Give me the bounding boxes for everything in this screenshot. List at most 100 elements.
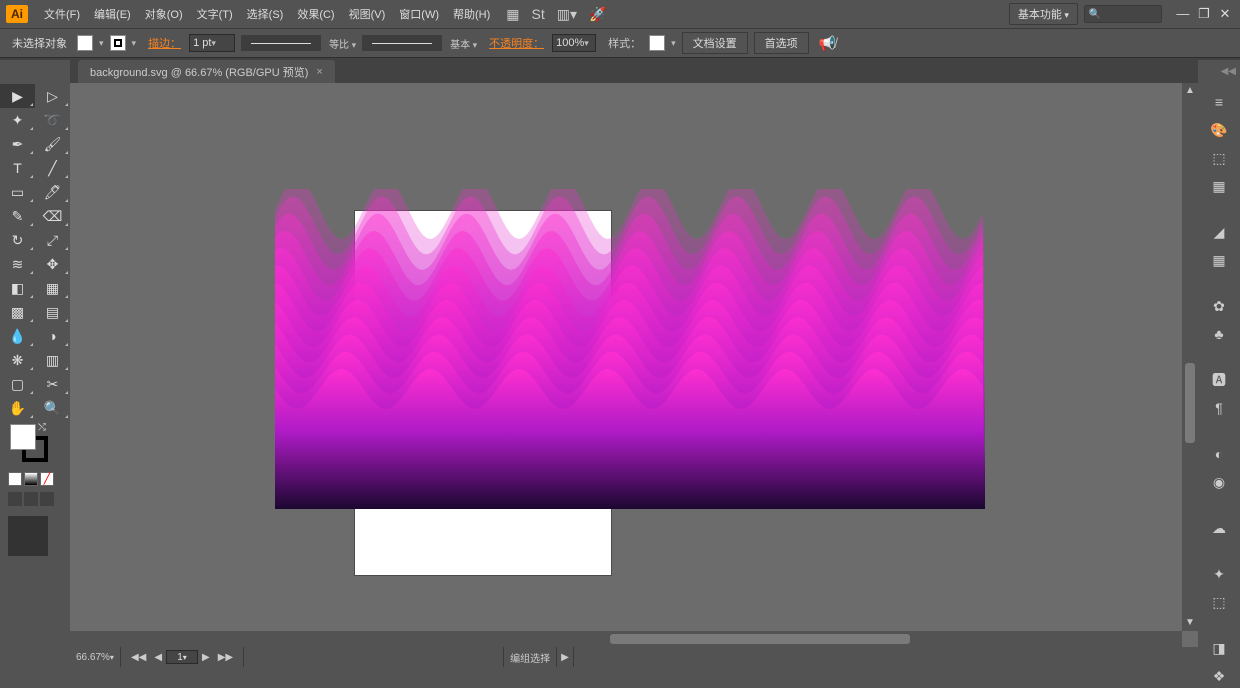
- scroll-down-icon[interactable]: ▼: [1182, 615, 1198, 631]
- dock-icon-12[interactable]: ¶: [1206, 396, 1232, 420]
- style-swatch[interactable]: [649, 35, 665, 51]
- artboard-number[interactable]: 1: [166, 650, 198, 664]
- next-artboard-button[interactable]: ▶: [198, 652, 214, 663]
- tool-scale[interactable]: ⤢: [35, 228, 70, 252]
- tool-line[interactable]: ╱: [35, 156, 70, 180]
- stroke-dd[interactable]: [132, 37, 137, 49]
- prev-artboard-button[interactable]: ◀: [150, 652, 166, 663]
- fill-color[interactable]: [10, 424, 36, 450]
- screen-mode[interactable]: [8, 516, 48, 556]
- fill-swatch[interactable]: [77, 35, 93, 51]
- close-tab-icon[interactable]: ×: [316, 66, 322, 78]
- align-icon[interactable]: 📢̸: [815, 35, 840, 52]
- tool-artboard[interactable]: ▢: [0, 372, 35, 396]
- stroke-swatch[interactable]: [110, 35, 126, 51]
- menu-type[interactable]: 文字(T): [191, 3, 239, 25]
- tool-slice[interactable]: ✂: [35, 372, 70, 396]
- dock-icon-17[interactable]: ☁: [1206, 516, 1232, 540]
- tool-width[interactable]: ≋: [0, 252, 35, 276]
- stock-icon[interactable]: St: [532, 6, 545, 22]
- search-input[interactable]: 🔍: [1084, 5, 1162, 23]
- tool-mesh[interactable]: ▩: [0, 300, 35, 324]
- menu-select[interactable]: 选择(S): [241, 3, 290, 25]
- tool-zoom[interactable]: 🔍: [35, 396, 70, 420]
- document-tab[interactable]: background.svg @ 66.67% (RGB/GPU 预览) ×: [78, 60, 335, 83]
- dock-icon-8[interactable]: ✿: [1206, 294, 1232, 318]
- draw-behind[interactable]: [24, 492, 38, 506]
- tool-column-graph[interactable]: ▥: [35, 348, 70, 372]
- dock-icon-6[interactable]: ▦: [1206, 248, 1232, 272]
- minimize-button[interactable]: —: [1174, 6, 1192, 21]
- menu-object[interactable]: 对象(O): [139, 3, 189, 25]
- tool-shape-builder[interactable]: ◧: [0, 276, 35, 300]
- style-dd[interactable]: [671, 37, 676, 49]
- menu-edit[interactable]: 编辑(E): [88, 3, 137, 25]
- scroll-up-icon[interactable]: ▲: [1182, 83, 1198, 99]
- dock-icon-15[interactable]: ◉: [1206, 470, 1232, 494]
- dock-icon-9[interactable]: ♣: [1206, 322, 1232, 346]
- tool-eyedropper[interactable]: 💧: [0, 324, 35, 348]
- color-mode-solid[interactable]: [8, 472, 22, 486]
- var-width-profile[interactable]: [241, 35, 321, 51]
- tool-type[interactable]: T: [0, 156, 35, 180]
- dock-icon-3[interactable]: ▦: [1206, 174, 1232, 198]
- tool-hand[interactable]: ✋: [0, 396, 35, 420]
- dock-icon-0[interactable]: ≡: [1206, 90, 1232, 114]
- menu-effect[interactable]: 效果(C): [291, 3, 340, 25]
- vertical-scrollbar[interactable]: ▲ ▼: [1182, 83, 1198, 631]
- color-mode-gradient[interactable]: [24, 472, 38, 486]
- bridge-icon[interactable]: ▦: [506, 6, 519, 23]
- dock-icon-19[interactable]: ✦: [1206, 562, 1232, 586]
- tool-gradient[interactable]: ▤: [35, 300, 70, 324]
- tool-cursor-black[interactable]: ▶: [0, 84, 35, 108]
- scroll-thumb-v[interactable]: [1185, 363, 1195, 443]
- scroll-thumb-h[interactable]: [610, 634, 910, 644]
- brush-def[interactable]: [362, 35, 442, 51]
- tool-cursor-white[interactable]: ▷: [35, 84, 70, 108]
- workspace-switcher[interactable]: 基本功能: [1009, 3, 1078, 25]
- preferences-button[interactable]: 首选项: [754, 32, 809, 54]
- gpu-icon[interactable]: 🚀: [589, 6, 606, 23]
- maximize-button[interactable]: ❐: [1195, 6, 1213, 22]
- color-mode-none[interactable]: ╱: [40, 472, 54, 486]
- tool-paintbrush[interactable]: 🖊: [35, 180, 70, 204]
- dock-icon-1[interactable]: 🎨: [1206, 118, 1232, 142]
- dock-icon-20[interactable]: ⬚: [1206, 590, 1232, 614]
- close-button[interactable]: ✕: [1216, 6, 1234, 22]
- tool-free-transform[interactable]: ✥: [35, 252, 70, 276]
- dock-icon-11[interactable]: 🅰: [1206, 368, 1232, 392]
- tool-perspective[interactable]: ▦: [35, 276, 70, 300]
- menu-view[interactable]: 视图(V): [343, 3, 392, 25]
- opacity-input[interactable]: 100%: [552, 34, 596, 52]
- tool-rotate[interactable]: ↻: [0, 228, 35, 252]
- horizontal-scrollbar[interactable]: [70, 631, 1182, 647]
- document-setup-button[interactable]: 文档设置: [682, 32, 748, 54]
- menu-window[interactable]: 窗口(W): [393, 3, 445, 25]
- tool-wand[interactable]: ✦: [0, 108, 35, 132]
- stroke-weight-input[interactable]: 1 pt: [189, 34, 235, 52]
- swap-fill-stroke-icon[interactable]: ⤭: [38, 422, 46, 433]
- tool-pen[interactable]: ✒: [0, 132, 35, 156]
- dock-icon-23[interactable]: ❖: [1206, 664, 1232, 688]
- dock-icon-14[interactable]: ◐: [1206, 442, 1232, 466]
- tool-eraser[interactable]: ⌫: [35, 204, 70, 228]
- fill-stroke-control[interactable]: ⤭: [0, 420, 70, 470]
- tool-lasso[interactable]: ➰: [35, 108, 70, 132]
- expand-dock-icon[interactable]: ◀◀: [1221, 66, 1236, 77]
- fill-dd[interactable]: [99, 37, 104, 49]
- artwork[interactable]: [275, 189, 985, 509]
- tool-rect[interactable]: ▭: [0, 180, 35, 204]
- menu-file[interactable]: 文件(F): [38, 3, 86, 25]
- arrange-icon[interactable]: ▥▾: [557, 6, 577, 23]
- canvas[interactable]: ▲ ▼: [70, 83, 1198, 647]
- dock-icon-22[interactable]: ◨: [1206, 636, 1232, 660]
- draw-normal[interactable]: [8, 492, 22, 506]
- zoom-level[interactable]: 66.67%: [70, 647, 121, 667]
- tool-brush[interactable]: 🖌: [35, 132, 70, 156]
- status-more[interactable]: ▶: [557, 647, 574, 667]
- dock-icon-5[interactable]: ◢: [1206, 220, 1232, 244]
- first-artboard-button[interactable]: ◀◀: [127, 652, 150, 663]
- draw-inside[interactable]: [40, 492, 54, 506]
- tool-blend[interactable]: ◑: [35, 324, 70, 348]
- last-artboard-button[interactable]: ▶▶: [214, 652, 237, 663]
